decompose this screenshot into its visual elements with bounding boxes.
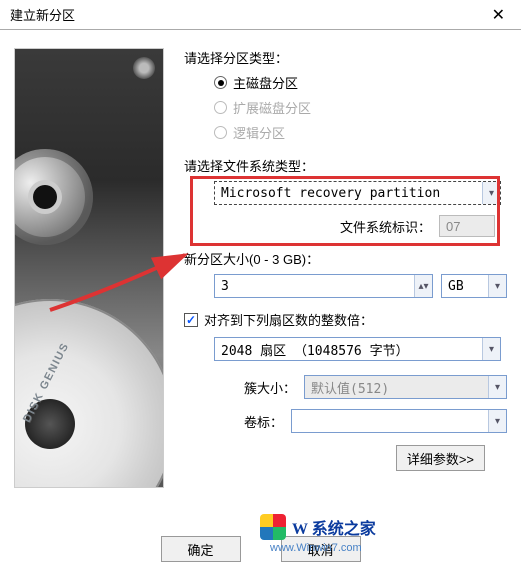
radio-primary[interactable]: 主磁盘分区 <box>214 73 507 92</box>
partition-type-group: 主磁盘分区 扩展磁盘分区 逻辑分区 <box>214 73 507 142</box>
radio-logical: 逻辑分区 <box>214 123 507 142</box>
ok-button-label: 确定 <box>187 540 213 559</box>
chevron-down-icon: ▾ <box>488 410 506 432</box>
ok-button[interactable]: 确定 <box>161 536 241 562</box>
stepper-icon: ▴▾ <box>414 275 432 297</box>
cluster-combo[interactable]: 默认值(512) ▾ <box>304 375 507 399</box>
radio-extended-label: 扩展磁盘分区 <box>233 98 311 117</box>
cluster-value: 默认值(512) <box>305 378 488 397</box>
volume-input[interactable]: ▾ <box>291 409 507 433</box>
size-unit-combo[interactable]: GB ▾ <box>441 274 507 298</box>
checkbox-icon: ✓ <box>184 313 198 327</box>
titlebar: 建立新分区 ✕ <box>0 0 521 30</box>
fs-id-value: 07 <box>439 215 495 237</box>
radio-icon <box>214 76 227 89</box>
details-button-label: 详细参数>> <box>407 449 474 468</box>
partition-type-label: 请选择分区类型： <box>184 48 507 67</box>
align-value: 2048 扇区 （1048576 字节） <box>215 340 482 359</box>
details-button[interactable]: 详细参数>> <box>396 445 485 471</box>
chevron-down-icon: ▾ <box>488 376 506 398</box>
watermark-url: www.Winwin7.com <box>270 542 362 554</box>
cluster-label: 簇大小： <box>244 378 296 397</box>
align-checkbox-row[interactable]: ✓ 对齐到下列扇区数的整数倍： <box>184 310 507 329</box>
chevron-down-icon: ▾ <box>482 182 500 204</box>
disk-illustration: DISK GENIUS <box>14 48 164 488</box>
close-icon[interactable]: ✕ <box>486 5 511 25</box>
chevron-down-icon: ▾ <box>482 338 500 360</box>
watermark: W 系统之家 <box>260 514 376 540</box>
size-label: 新分区大小(0 - 3 GB)： <box>184 249 507 268</box>
size-value: 3 <box>215 279 414 294</box>
align-combo[interactable]: 2048 扇区 （1048576 字节） ▾ <box>214 337 501 361</box>
radio-logical-label: 逻辑分区 <box>233 123 285 142</box>
chevron-down-icon: ▾ <box>488 275 506 297</box>
align-label: 对齐到下列扇区数的整数倍： <box>204 310 373 329</box>
radio-extended: 扩展磁盘分区 <box>214 98 507 117</box>
radio-primary-label: 主磁盘分区 <box>233 73 298 92</box>
fs-type-label: 请选择文件系统类型： <box>184 156 507 175</box>
volume-label: 卷标： <box>244 412 283 431</box>
fs-type-combo[interactable]: Microsoft recovery partition ▾ <box>214 181 501 205</box>
fs-type-value: Microsoft recovery partition <box>215 186 482 201</box>
window-title: 建立新分区 <box>10 5 486 24</box>
size-input[interactable]: 3 ▴▾ <box>214 274 433 298</box>
logo-icon <box>260 514 286 540</box>
radio-icon <box>214 101 227 114</box>
radio-icon <box>214 126 227 139</box>
watermark-text: W 系统之家 <box>292 515 376 539</box>
size-unit-value: GB <box>442 279 488 294</box>
fs-id-label: 文件系统标识： <box>340 217 431 236</box>
